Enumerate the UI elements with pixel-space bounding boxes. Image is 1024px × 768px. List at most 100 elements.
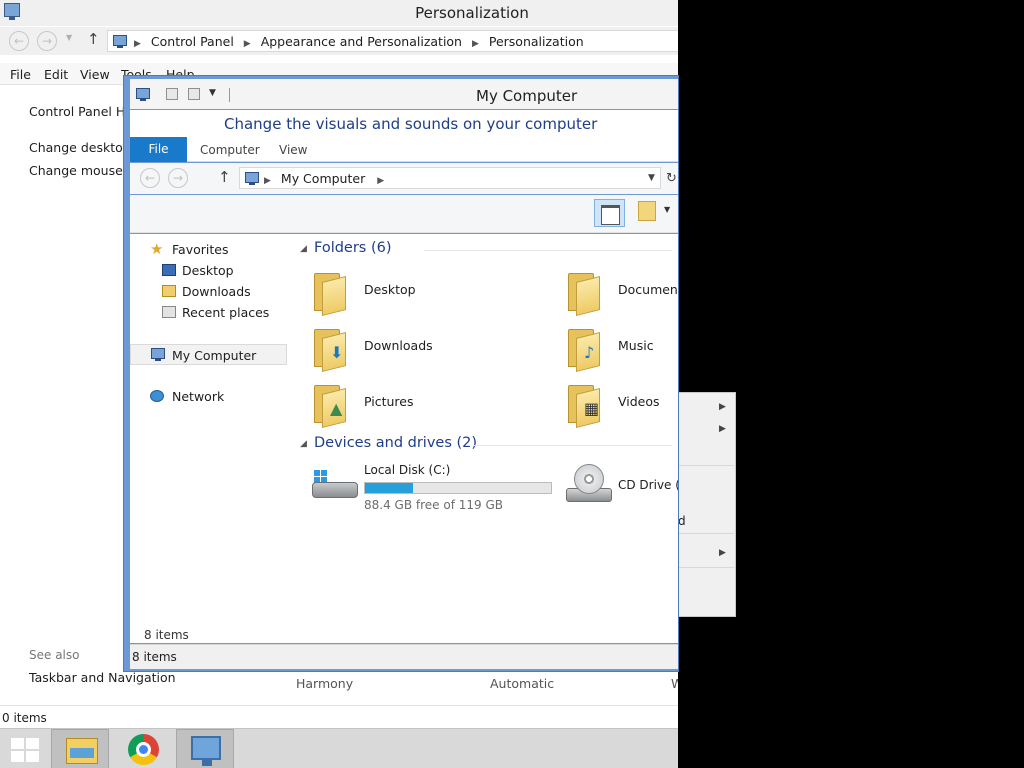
downloads-icon [162, 285, 176, 297]
nav-network[interactable]: Network [130, 386, 287, 407]
nav-label: Network [172, 389, 225, 404]
nav-my-computer[interactable]: My Computer [130, 344, 287, 365]
chevron-down-icon[interactable]: ▼ [664, 205, 670, 214]
up-arrow-icon[interactable]: ↑ [218, 168, 231, 186]
folder-downloads[interactable]: ⬇ Downloads [312, 321, 552, 375]
menu-item-fragment[interactable]: d [678, 514, 686, 528]
group-rule [424, 250, 672, 251]
disk-usage-fill [365, 483, 414, 493]
start-button[interactable] [0, 729, 50, 768]
new-folder-icon[interactable] [188, 88, 200, 100]
forward-arrow-icon[interactable]: → [168, 168, 188, 188]
folder-desktop[interactable]: Desktop [312, 265, 552, 319]
forward-arrow-icon[interactable]: → [37, 31, 57, 51]
crumb-control-panel[interactable]: Control Panel [151, 34, 234, 49]
drive-cd-d[interactable]: CD Drive (D:) [566, 460, 678, 514]
drives-group-header[interactable]: ◢ Devices and drives (2) [292, 435, 672, 455]
nav-favorites[interactable]: ★ Favorites [130, 239, 287, 260]
file-explorer-icon [66, 738, 98, 764]
nav-desktop[interactable]: Desktop [130, 260, 287, 281]
drive-name: CD Drive (D:) [618, 478, 678, 492]
theme-w-label[interactable]: W [671, 676, 678, 691]
videos-folder-icon: ▦ [566, 383, 606, 428]
nav-downloads[interactable]: Downloads [130, 281, 287, 302]
tab-file[interactable]: File [130, 137, 187, 162]
folder-pictures[interactable]: ▲ Pictures [312, 377, 552, 431]
customize-toolbar-icon[interactable]: ▼ [209, 88, 216, 98]
drive-local-disk-c[interactable]: Local Disk (C:) 88.4 GB free of 119 GB [312, 460, 557, 514]
folder-videos[interactable]: ▦ Videos [566, 377, 678, 431]
cd-drive-icon [566, 464, 612, 504]
folder-label: Downloads [364, 338, 433, 353]
taskbar-file-explorer[interactable] [51, 729, 109, 768]
refresh-icon[interactable]: ↻ [666, 171, 677, 186]
collapse-triangle-icon[interactable]: ◢ [300, 244, 307, 254]
folder-documents[interactable]: Documents [566, 265, 678, 319]
up-arrow-icon[interactable]: ↑ [87, 30, 100, 48]
crumb-appearance[interactable]: Appearance and Personalization [261, 34, 462, 49]
preview-pane-icon[interactable] [594, 199, 625, 227]
crumb-my-computer[interactable]: My Computer [281, 171, 365, 186]
collapse-triangle-icon[interactable]: ◢ [300, 439, 307, 449]
menu-divider [678, 567, 734, 568]
breadcrumb: ▶ Control Panel ▶ Appearance and Persona… [134, 34, 584, 49]
nav-label: Favorites [172, 242, 229, 257]
drive-name: Local Disk (C:) [364, 463, 451, 477]
folder-label: Pictures [364, 394, 414, 409]
computer-icon[interactable] [136, 88, 150, 101]
theme-automatic-label[interactable]: Automatic [490, 676, 554, 691]
folder-music[interactable]: ♪ Music [566, 321, 678, 375]
tab-view[interactable]: View [279, 143, 307, 157]
music-folder-icon: ♪ [566, 327, 606, 372]
menu-view[interactable]: View [80, 67, 110, 82]
folders-group-header[interactable]: ◢ Folders (6) [292, 240, 672, 260]
explorer-content: ★ Favorites Desktop Downloads Recent pla… [130, 234, 678, 643]
mc-breadcrumb: ▶ My Computer ▶ [264, 171, 385, 186]
view-toolbar: ▼ [130, 195, 678, 233]
hard-drive-icon [312, 470, 358, 498]
theme-harmony-label[interactable]: Harmony [296, 676, 353, 691]
file-view: ◢ Folders (6) Desktop Documents ⬇ Downlo… [292, 234, 678, 643]
submenu-arrow-icon[interactable]: ▶ [719, 424, 726, 434]
menu-file[interactable]: File [10, 67, 31, 82]
tab-computer[interactable]: Computer [200, 143, 260, 157]
my-computer-crumb-icon [245, 172, 259, 185]
personalization-heading-row: Change the visuals and sounds on your co… [130, 110, 678, 137]
folder-label: Documents [618, 282, 678, 297]
item-count-inner: 8 items [144, 628, 189, 642]
menu-edit[interactable]: Edit [44, 67, 68, 82]
group-rule [474, 445, 672, 446]
cp-address-bar[interactable]: ▶ Control Panel ▶ Appearance and Persona… [107, 30, 678, 52]
back-arrow-icon[interactable]: ← [9, 31, 29, 51]
recent-places-icon [162, 306, 176, 318]
mc-address-bar[interactable]: ▶ My Computer ▶ ▼ [239, 167, 661, 189]
context-menu: ▶ ▶ d ▶ [678, 392, 736, 617]
disk-usage-bar [364, 482, 552, 494]
desktop-icon [162, 264, 176, 276]
downloads-folder-icon: ⬇ [312, 327, 352, 372]
properties-icon[interactable] [166, 88, 178, 100]
folder-options-icon[interactable] [638, 201, 656, 221]
taskbar-control-panel[interactable] [176, 729, 234, 768]
recent-locations-icon[interactable]: ▼ [66, 33, 72, 42]
submenu-arrow-icon[interactable]: ▶ [719, 548, 726, 558]
chrome-icon [128, 734, 159, 765]
cp-status-text: 0 items [2, 711, 47, 725]
windows-logo-icon [11, 738, 39, 762]
taskbar-chrome[interactable] [115, 729, 173, 768]
crumb-personalization[interactable]: Personalization [489, 34, 584, 49]
navigation-pane: ★ Favorites Desktop Downloads Recent pla… [130, 234, 290, 643]
nav-recent-places[interactable]: Recent places [130, 302, 287, 323]
taskbar-navigation-link[interactable]: Taskbar and Navigation [29, 670, 176, 685]
address-dropdown-icon[interactable]: ▼ [648, 173, 655, 183]
nav-label: My Computer [172, 348, 257, 363]
cp-title-bar: Personalization [0, 0, 678, 26]
submenu-arrow-icon[interactable]: ▶ [719, 402, 726, 412]
mc-title-bar: ▼ My Computer [130, 79, 678, 109]
back-arrow-icon[interactable]: ← [140, 168, 160, 188]
folder-label: Desktop [364, 282, 416, 297]
mc-status-text: 8 items [132, 650, 177, 664]
mc-address-row: ← → ↑ ▶ My Computer ▶ ▼ ↻ [130, 163, 678, 194]
toolbar-divider [229, 88, 230, 102]
documents-folder-icon [566, 271, 606, 316]
